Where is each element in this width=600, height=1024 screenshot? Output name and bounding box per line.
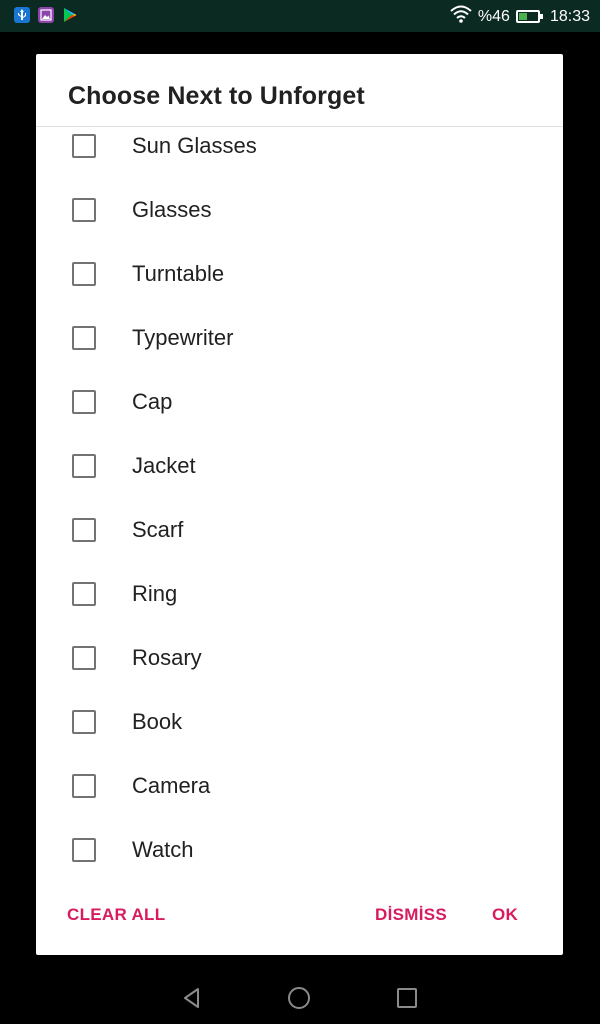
navigation-bar (0, 972, 600, 1024)
list-item[interactable]: Watch (36, 818, 563, 882)
recents-icon[interactable] (395, 986, 419, 1010)
checkbox[interactable] (72, 198, 96, 222)
clear-all-button[interactable]: CLEAR ALL (67, 905, 165, 925)
checkbox[interactable] (72, 582, 96, 606)
dismiss-button[interactable]: DİSMİSS (375, 905, 447, 925)
list-item[interactable]: Camera (36, 754, 563, 818)
checkbox[interactable] (72, 774, 96, 798)
list-item[interactable]: Scarf (36, 498, 563, 562)
checkbox[interactable] (72, 646, 96, 670)
list-item[interactable]: Book (36, 690, 563, 754)
list-item[interactable]: Ring (36, 562, 563, 626)
usb-icon (14, 7, 30, 23)
list-item[interactable]: Turntable (36, 242, 563, 306)
play-store-icon (62, 7, 78, 23)
item-label: Scarf (132, 517, 184, 542)
choose-dialog: Choose Next to Unforget Sun Glasses Glas… (36, 54, 563, 955)
checkbox[interactable] (72, 518, 96, 542)
checkbox[interactable] (72, 454, 96, 478)
item-label: Jacket (132, 453, 196, 478)
list-item[interactable]: Jacket (36, 434, 563, 498)
checkbox[interactable] (72, 710, 96, 734)
status-right: %46 18:33 (450, 5, 590, 28)
back-icon[interactable] (180, 986, 204, 1010)
item-label: Glasses (132, 197, 212, 222)
image-icon (38, 7, 54, 23)
battery-icon (515, 10, 543, 23)
list-item[interactable]: Rosary (36, 626, 563, 690)
checkbox[interactable] (72, 262, 96, 286)
battery-level (518, 13, 527, 20)
list-item[interactable]: Typewriter (36, 306, 563, 370)
list-item[interactable]: Glasses (36, 178, 563, 242)
dialog-title: Choose Next to Unforget (68, 82, 365, 110)
wifi-icon (450, 5, 472, 28)
checkbox[interactable] (72, 390, 96, 414)
checkbox[interactable] (72, 134, 96, 158)
list-item[interactable]: Sun Glasses (36, 114, 563, 178)
checkbox[interactable] (72, 326, 96, 350)
item-label: Cap (132, 389, 173, 414)
ok-button[interactable]: OK (492, 905, 518, 925)
notification-icons (14, 7, 78, 23)
item-label: Turntable (132, 261, 225, 286)
item-label: Camera (132, 773, 211, 798)
item-label: Rosary (132, 645, 202, 670)
item-label: Ring (132, 581, 178, 606)
item-label: Watch (132, 837, 194, 862)
battery-percent: %46 (477, 7, 510, 25)
dialog-actions: CLEAR ALL DİSMİSS OK (36, 881, 563, 955)
checkbox[interactable] (72, 838, 96, 862)
item-label: Sun Glasses (132, 133, 257, 158)
list-item[interactable]: Cap (36, 370, 563, 434)
clock: 18:33 (549, 7, 590, 25)
home-icon[interactable] (287, 986, 311, 1010)
item-label: Typewriter (132, 325, 234, 350)
item-label: Book (132, 709, 183, 734)
status-bar: %46 18:33 (0, 0, 600, 32)
